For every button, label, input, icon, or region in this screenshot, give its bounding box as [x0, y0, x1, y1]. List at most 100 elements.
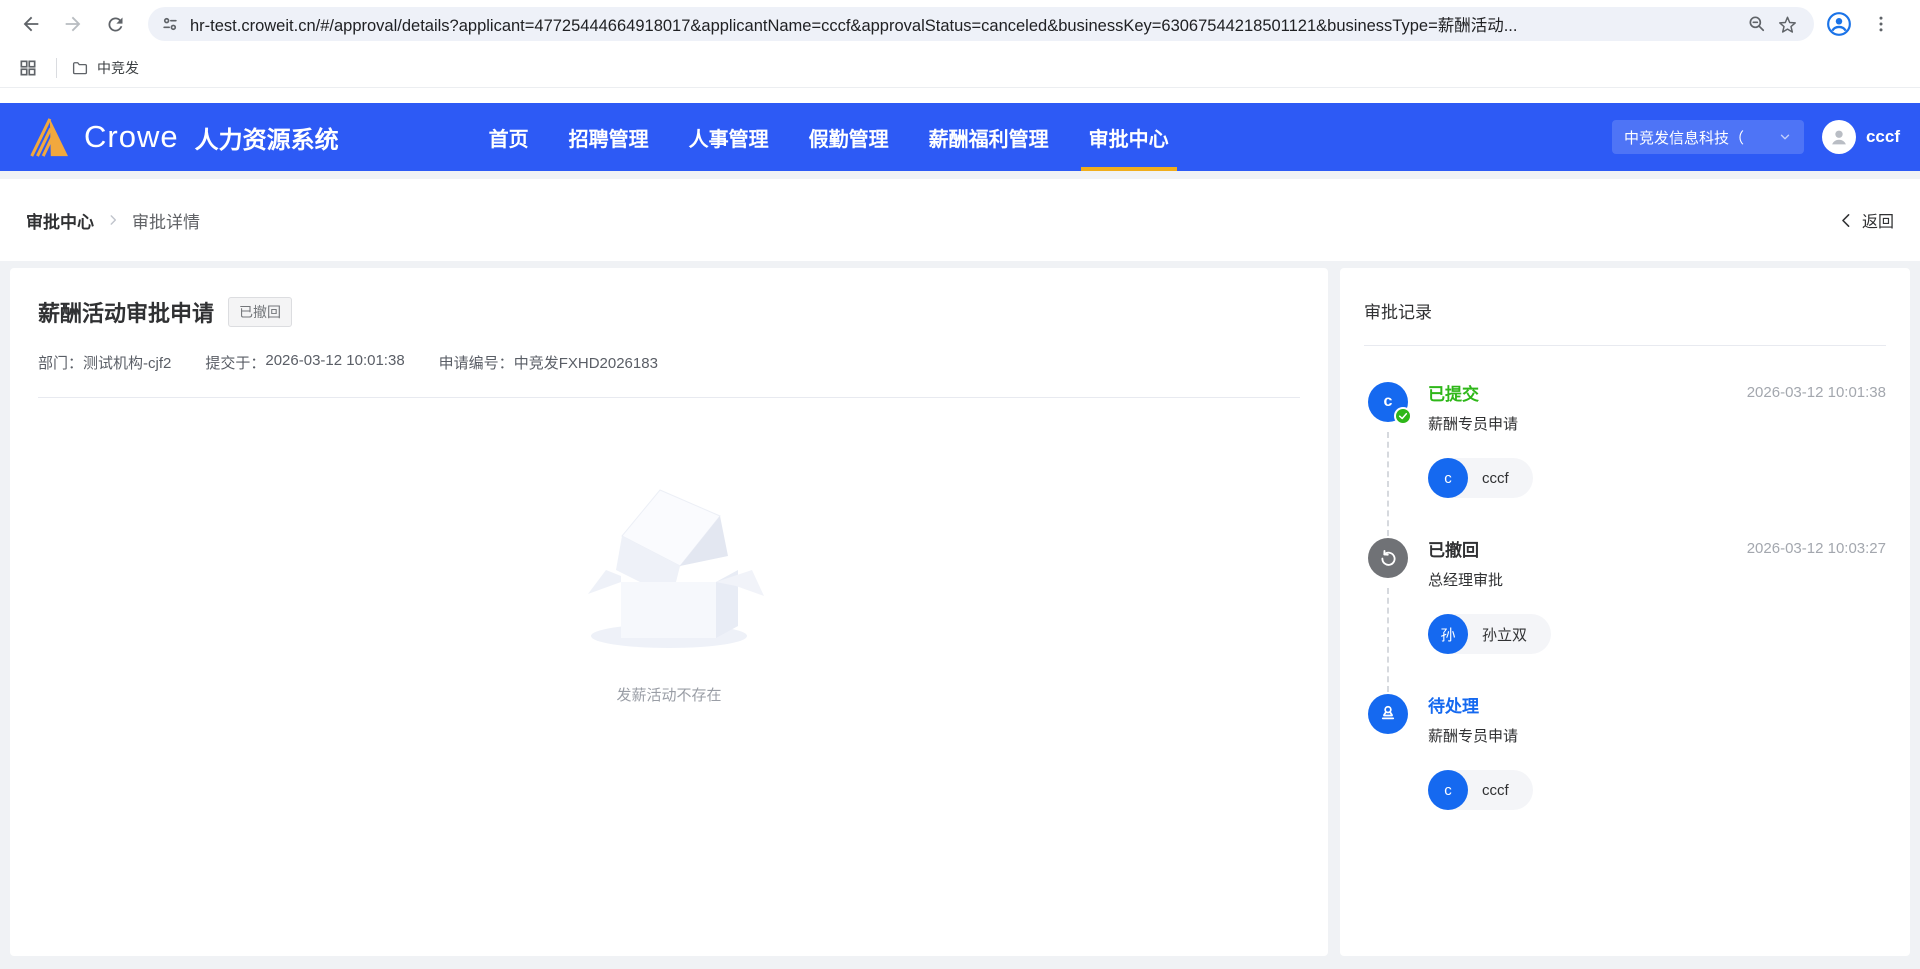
org-selector[interactable]: 中竞发信息科技（	[1611, 120, 1804, 154]
meta-submitted-label: 提交于：	[205, 355, 266, 372]
meta-submitted-value: 2026-03-12 10:01:38	[265, 352, 405, 369]
approval-title: 薪酬活动审批申请	[38, 301, 215, 326]
submitter-initial: c	[1383, 393, 1393, 410]
record-status: 已提交	[1428, 385, 1479, 404]
meta-number-value: 中竞发FXHD2026183	[513, 355, 658, 372]
assignee-name: cccf	[1482, 781, 1509, 799]
apps-button[interactable]	[14, 54, 42, 82]
approval-detail-card: 薪酬活动审批申请 已撤回 部门： 测试机构-cjf2 提交于： 2026-03-…	[10, 268, 1328, 956]
folder-icon	[72, 61, 88, 74]
meta-dept-value: 测试机构-cjf2	[83, 355, 172, 372]
kebab-menu-icon	[1879, 16, 1883, 32]
username: cccf	[1865, 127, 1900, 146]
assignee-chip: c cccf	[1428, 458, 1533, 498]
timeline-connector	[1387, 588, 1389, 692]
address-bar[interactable]: hr-test.croweit.cn/#/approval/details?ap…	[148, 7, 1814, 41]
nav-item-approval-center[interactable]: 审批中心	[1080, 103, 1177, 171]
nav-item-home[interactable]: 首页	[489, 103, 529, 171]
nav-item-attendance[interactable]: 假勤管理	[809, 103, 889, 171]
assignee-avatar: c	[1428, 770, 1468, 810]
brand-name: Crowe	[84, 119, 179, 154]
timeline-connector	[1387, 432, 1389, 536]
back-label: 返回	[1861, 214, 1894, 231]
bookmark-star-button[interactable]	[1772, 9, 1802, 39]
record-time: 2026-03-12 10:01:38	[1746, 384, 1886, 401]
record-node: 总经理审批	[1428, 572, 1504, 589]
check-badge-icon	[1394, 407, 1412, 425]
pending-avatar	[1368, 694, 1408, 734]
timeline-item-submitted: c 已提交 2026-03-12 10:01:38 薪酬专员申请 c cccf	[1368, 382, 1886, 540]
timeline-item-withdrawn: 已撤回 2026-03-12 10:03:27 总经理审批 孙 孙立双	[1368, 538, 1886, 696]
app-header: Crowe 人力资源系统 首页 招聘管理 人事管理 假勤管理 薪酬福利管理 审批…	[0, 103, 1920, 171]
forward-button[interactable]	[56, 7, 90, 41]
reload-button[interactable]	[98, 7, 132, 41]
user-avatar	[1821, 120, 1856, 154]
record-node: 薪酬专员申请	[1428, 416, 1519, 433]
person-icon	[1832, 130, 1846, 145]
forward-arrow-icon	[65, 16, 81, 32]
assignee-avatar: c	[1428, 458, 1468, 498]
org-selector-value: 中竞发信息科技（	[1623, 129, 1744, 147]
assignee-chip: c cccf	[1428, 770, 1533, 810]
bookmarks-divider	[56, 57, 57, 78]
back-link[interactable]: 返回	[1838, 208, 1894, 232]
zoom-out-icon	[1749, 16, 1765, 32]
breadcrumb-separator-icon	[106, 213, 120, 227]
section-divider	[38, 397, 1300, 398]
empty-text: 发薪活动不存在	[616, 687, 722, 704]
reload-icon	[107, 16, 122, 31]
nav-item-compensation[interactable]: 薪酬福利管理	[929, 103, 1049, 171]
chevron-down-icon	[1780, 134, 1790, 140]
breadcrumb: 审批中心 审批详情 返回	[0, 179, 1920, 261]
stamp-icon	[1381, 705, 1395, 720]
panel-title: 审批记录	[1364, 303, 1432, 322]
user-menu[interactable]: cccf	[1821, 120, 1900, 154]
zoom-button[interactable]	[1742, 9, 1772, 39]
back-arrow-icon	[23, 16, 39, 32]
app-logo[interactable]: Crowe 人力资源系统	[24, 116, 339, 158]
record-status: 待处理	[1428, 697, 1479, 716]
site-settings-icon[interactable]	[160, 14, 180, 34]
main-nav: 首页 招聘管理 人事管理 假勤管理 薪酬福利管理 审批中心	[489, 103, 1177, 171]
chevron-left-icon	[1842, 213, 1850, 227]
profile-icon	[1827, 12, 1851, 36]
meta-dept-label: 部门：	[38, 355, 84, 372]
bookmark-folder[interactable]: 中竞发	[71, 58, 139, 78]
breadcrumb-current: 审批详情	[132, 212, 200, 232]
nav-item-recruitment[interactable]: 招聘管理	[569, 103, 649, 171]
undo-icon	[1380, 549, 1396, 566]
bookmarks-bar: 中竞发	[0, 48, 1920, 88]
apps-grid-icon	[20, 60, 36, 75]
record-status: 已撤回	[1428, 541, 1479, 560]
browser-toolbar: hr-test.croweit.cn/#/approval/details?ap…	[0, 0, 1920, 48]
crowe-logo-icon	[30, 118, 68, 157]
record-time: 2026-03-12 10:03:27	[1746, 540, 1886, 557]
nav-item-personnel[interactable]: 人事管理	[689, 103, 769, 171]
record-node: 薪酬专员申请	[1428, 728, 1519, 745]
approval-meta: 部门： 测试机构-cjf2 提交于： 2026-03-12 10:01:38 申…	[38, 352, 1300, 373]
status-badge: 已撤回	[228, 297, 293, 327]
page-content: 审批中心 审批详情 返回 薪酬活动审批申请 已撤回 部门： 测试机构-cjf2	[0, 171, 1920, 968]
page-top-gap	[0, 88, 1920, 103]
browser-menu-button[interactable]	[1864, 7, 1898, 41]
timeline-item-pending: 待处理 薪酬专员申请 c cccf	[1368, 694, 1886, 810]
assignee-chip: 孙 孙立双	[1428, 614, 1552, 654]
profile-button[interactable]	[1822, 7, 1856, 41]
assignee-avatar: 孙	[1428, 614, 1468, 654]
product-name: 人力资源系统	[194, 126, 339, 154]
meta-number-label: 申请编号：	[438, 355, 514, 372]
back-button[interactable]	[14, 7, 48, 41]
approval-timeline: c 已提交 2026-03-12 10:01:38 薪酬专员申请 c cccf	[1364, 382, 1886, 810]
assignee-name: 孙立双	[1482, 626, 1528, 644]
assignee-name: cccf	[1482, 469, 1509, 487]
approval-records-panel: 审批记录 c 已提交 2026-03-12 10:01:38 薪酬专员申请 c …	[1340, 268, 1910, 956]
star-icon	[1778, 16, 1796, 33]
bookmark-folder-label: 中竞发	[97, 59, 139, 76]
empty-state: 发薪活动不存在	[38, 476, 1300, 705]
submitter-avatar: c	[1368, 382, 1412, 425]
withdrawn-avatar	[1368, 538, 1408, 578]
empty-box-illustration	[588, 489, 764, 648]
breadcrumb-root[interactable]: 审批中心	[26, 208, 94, 233]
url-text[interactable]: hr-test.croweit.cn/#/approval/details?ap…	[190, 12, 1742, 36]
panel-divider	[1364, 345, 1886, 346]
